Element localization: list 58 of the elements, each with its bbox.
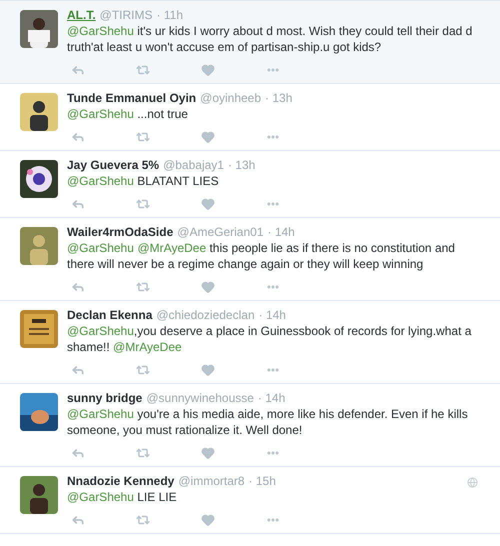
reply-icon[interactable] <box>71 446 85 460</box>
tweet-text: @GarShehu you're a his media aide, more like his defender. Even if he kills someone, you must rationalize it. Well done! <box>67 406 469 438</box>
heart-icon[interactable] <box>201 363 215 377</box>
reply-icon[interactable] <box>71 280 85 294</box>
tweet-text: @GarShehu,you deserve a place in Guinessbook of records for lying.what a shame!! @MrAyeDee <box>67 323 472 355</box>
heart-icon[interactable] <box>201 513 215 527</box>
retweet-icon[interactable] <box>136 363 150 377</box>
retweet-icon[interactable] <box>136 63 150 77</box>
heart-icon[interactable] <box>201 130 215 144</box>
tweet-time[interactable]: · 13h <box>265 91 292 106</box>
mention-link[interactable]: @GarShehu <box>67 490 134 504</box>
retweet-icon[interactable] <box>136 130 150 144</box>
reply-icon[interactable] <box>71 513 85 527</box>
retweet-icon[interactable] <box>136 280 150 294</box>
tweet-time[interactable]: · 14h <box>258 391 286 406</box>
retweet-icon[interactable] <box>136 446 150 460</box>
mention-link[interactable]: @MrAyeDee <box>137 241 206 255</box>
mention-link[interactable]: @GarShehu <box>67 174 134 188</box>
tweet-text: @GarShehu BLATANT LIES <box>67 173 220 189</box>
mention-link[interactable]: @GarShehu <box>67 107 134 121</box>
tweet-text: @GarShehu it's ur kids I worry about d most. Wish they could tell their dad d truth'at least u won't accuse em of partisan-ship.u got kids? <box>67 23 474 55</box>
user-name[interactable]: Tunde Emmanuel Oyin <box>67 91 196 106</box>
tweet-time[interactable]: · 14h <box>268 225 295 240</box>
heart-icon[interactable] <box>201 63 215 77</box>
heart-icon[interactable] <box>201 197 215 211</box>
user-name[interactable]: Jay Guevera 5% <box>67 158 160 173</box>
tweet-text: @GarShehu LIE LIE <box>67 489 178 505</box>
tweet-time[interactable]: · 14h <box>258 308 286 323</box>
reply-icon[interactable] <box>71 197 85 211</box>
user-name[interactable]: Nnadozie Kennedy <box>67 474 174 489</box>
reply-icon[interactable] <box>71 63 85 77</box>
user-handle[interactable]: @TIRIMS <box>100 8 153 23</box>
user-name[interactable]: Wailer4rmOdaSide <box>67 225 174 240</box>
user-handle[interactable]: @babajay1 <box>163 158 224 173</box>
mention-link[interactable]: @GarShehu <box>67 407 134 421</box>
tweet-text: @GarShehu @MrAyeDee this people lie as if there is no constitution and there will never be a regime change again or they will keep winning <box>67 240 456 272</box>
user-handle[interactable]: @immortar8 <box>178 474 245 489</box>
mention-link[interactable]: @GarShehu <box>67 324 134 338</box>
retweet-icon[interactable] <box>136 197 150 211</box>
user-name[interactable]: sunny bridge <box>67 391 142 406</box>
reply-icon[interactable] <box>71 130 85 144</box>
user-handle[interactable]: @AmeGerian01 <box>177 225 264 240</box>
tweet-time[interactable]: · 11h <box>156 8 183 23</box>
tweet-time[interactable]: · 13h <box>228 158 256 173</box>
heart-icon[interactable] <box>201 280 215 294</box>
user-name[interactable]: AL.T. <box>67 8 96 23</box>
user-handle[interactable]: @chiedoziedeclan <box>156 308 255 323</box>
heart-icon[interactable] <box>201 446 215 460</box>
mention-link[interactable]: @GarShehu <box>67 241 134 255</box>
user-handle[interactable]: @sunnywinehousse <box>146 391 254 406</box>
mention-link[interactable]: @MrAyeDee <box>113 340 182 354</box>
retweet-icon[interactable] <box>136 513 150 527</box>
user-handle[interactable]: @oyinheeb <box>200 91 262 106</box>
reply-icon[interactable] <box>71 363 85 377</box>
mention-link[interactable]: @GarShehu <box>67 24 134 38</box>
tweet-text: @GarShehu ...not true <box>67 106 189 122</box>
tweet-time[interactable]: · 15h <box>248 474 276 489</box>
user-name[interactable]: Declan Ekenna <box>67 308 152 323</box>
